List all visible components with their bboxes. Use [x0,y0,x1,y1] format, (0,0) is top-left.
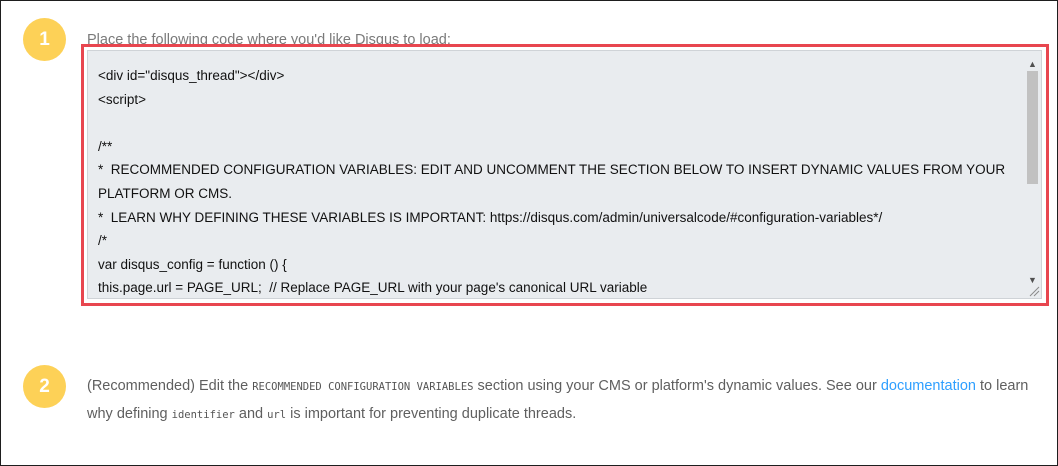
identifier-code: identifier [171,409,235,421]
step-1-badge: 1 [23,18,66,61]
disqus-install-panel: 1 Place the following code where you'd l… [0,0,1058,466]
code-scrollbar[interactable]: ▲ ▼ [1024,51,1041,298]
documentation-link[interactable]: documentation [881,378,976,394]
config-variables-code: RECOMMENDED CONFIGURATION VARIABLES [252,381,474,393]
step-2-instruction: (Recommended) Edit the RECOMMENDED CONFI… [87,373,1043,429]
step-2-text-and: and [234,406,268,422]
scrollbar-thumb[interactable] [1027,71,1038,184]
resize-grip-icon[interactable] [1026,283,1040,297]
scroll-up-arrow-icon[interactable]: ▲ [1024,56,1041,72]
embed-code-textarea[interactable]: <div id="disqus_thread"></div> <script> … [87,50,1042,299]
step-2-text-before: (Recommended) Edit the [87,378,253,394]
step-2-badge: 2 [23,365,66,408]
code-highlight-frame: <div id="disqus_thread"></div> <script> … [81,44,1049,306]
step-2-text-end: is important for preventing duplicate th… [286,406,577,422]
url-code: url [267,409,287,421]
step-2-text-mid: section using your CMS or platform's dyn… [473,378,881,394]
embed-code-text[interactable]: <div id="disqus_thread"></div> <script> … [98,64,1020,298]
